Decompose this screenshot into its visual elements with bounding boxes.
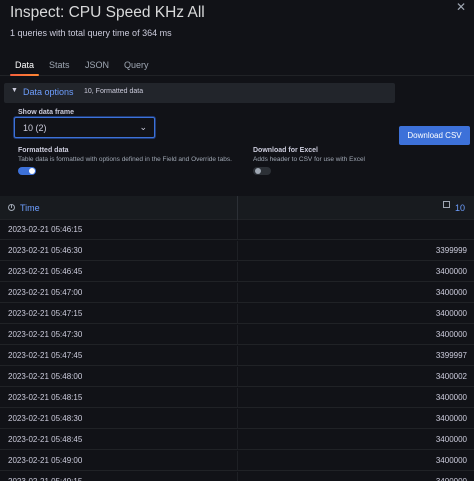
inspect-tabs: Data Stats JSON Query — [0, 56, 474, 76]
cell-time: 2023-02-21 05:48:00 — [8, 372, 83, 381]
cell-value: 3400000 — [435, 435, 467, 444]
formatted-data-description: Table data is formatted with options def… — [18, 156, 232, 163]
table-row: 2023-02-21 05:46:30 3399999 — [0, 241, 474, 261]
column-divider — [237, 430, 238, 450]
cell-value: 3399999 — [435, 246, 467, 255]
cell-value: 3400002 — [435, 372, 467, 381]
tab-json[interactable]: JSON — [85, 58, 109, 76]
cell-value: 3400000 — [435, 288, 467, 297]
column-divider — [237, 304, 238, 324]
column-divider — [237, 325, 238, 345]
table-row: 2023-02-21 05:48:45 3400000 — [0, 430, 474, 450]
download-excel-label: Download for Excel — [253, 147, 318, 154]
formatted-data-label: Formatted data — [18, 147, 69, 154]
data-frame-select[interactable]: 10 (2) ⌄ — [14, 117, 155, 138]
table-row: 2023-02-21 05:48:15 3400000 — [0, 388, 474, 408]
table-row: 2023-02-21 05:46:15 — [0, 220, 474, 240]
cell-value: 3400000 — [435, 393, 467, 402]
cell-time: 2023-02-21 05:49:00 — [8, 456, 83, 465]
download-excel-description: Adds header to CSV for use with Excel — [253, 156, 366, 163]
column-divider — [237, 388, 238, 408]
cell-value: 3400000 — [435, 414, 467, 423]
column-divider — [237, 241, 238, 261]
column-divider — [237, 283, 238, 303]
cell-time: 2023-02-21 05:49:15 — [8, 477, 82, 481]
formatted-data-toggle[interactable] — [18, 167, 36, 175]
table-row: 2023-02-21 05:46:45 3400000 — [0, 262, 474, 282]
cell-time: 2023-02-21 05:47:45 — [8, 351, 83, 360]
data-options-description: 10, Formatted data — [84, 88, 144, 95]
download-excel-toggle[interactable] — [253, 167, 271, 175]
cell-value: 3400000 — [435, 330, 467, 339]
cell-value: 3400000 — [436, 477, 467, 481]
cell-value: 3399997 — [435, 351, 467, 360]
data-frame-value: 10 (2) — [23, 123, 47, 133]
close-icon[interactable]: ✕ — [456, 0, 466, 14]
cell-value: 3400000 — [435, 309, 467, 318]
toggle-knob — [255, 168, 261, 174]
table-row: 2023-02-21 05:48:30 3400000 — [0, 409, 474, 429]
toggle-knob — [29, 168, 35, 174]
tab-stats[interactable]: Stats — [49, 58, 70, 76]
data-options-label: Data options — [23, 87, 74, 97]
column-divider — [237, 409, 238, 429]
cell-time: 2023-02-21 05:48:15 — [8, 393, 83, 402]
cell-value: 3400000 — [435, 456, 467, 465]
cell-time: 2023-02-21 05:47:30 — [8, 330, 83, 339]
chevron-down-icon: ⌄ — [139, 122, 147, 132]
data-options-toggle[interactable]: ▼ Data options 10, Formatted data — [4, 83, 395, 103]
clock-icon — [8, 204, 15, 211]
table-row: 2023-02-21 05:49:00 3400000 — [0, 451, 474, 471]
column-header-value[interactable]: 10 — [455, 203, 465, 213]
column-divider — [237, 262, 238, 282]
cell-time: 2023-02-21 05:47:15 — [8, 309, 83, 318]
table-row: 2023-02-21 05:48:00 3400002 — [0, 367, 474, 387]
column-header-time[interactable]: Time — [20, 203, 40, 213]
table-row: 2023-02-21 05:47:15 3400000 — [0, 304, 474, 324]
cell-time: 2023-02-21 05:46:30 — [8, 246, 83, 255]
cell-value: 3400000 — [435, 267, 467, 276]
show-data-frame-label: Show data frame — [18, 109, 75, 116]
cell-time: 2023-02-21 05:46:15 — [8, 225, 83, 234]
column-divider — [237, 346, 238, 366]
inspect-title: Inspect: CPU Speed KHz All — [10, 4, 205, 21]
query-summary: 1 queries with total query time of 364 m… — [10, 28, 172, 38]
column-divider — [237, 367, 238, 387]
inspect-header: Inspect: CPU Speed KHz All ✕ 1 queries w… — [0, 0, 474, 60]
chevron-down-icon: ▼ — [11, 87, 18, 94]
column-divider[interactable] — [237, 196, 238, 220]
tab-data[interactable]: Data — [9, 58, 40, 76]
tab-query[interactable]: Query — [124, 58, 149, 76]
cell-time: 2023-02-21 05:48:30 — [8, 414, 83, 423]
field-type-icon — [443, 201, 450, 208]
cell-time: 2023-02-21 05:48:45 — [8, 435, 83, 444]
table-row: 2023-02-21 05:47:45 3399997 — [0, 346, 474, 366]
column-divider — [237, 451, 238, 471]
cell-time: 2023-02-21 05:47:00 — [8, 288, 83, 297]
cell-time: 2023-02-21 05:46:45 — [8, 267, 83, 276]
table-row: 2023-02-21 05:49:15 3400000 — [0, 472, 474, 481]
column-divider — [237, 472, 238, 481]
column-divider — [237, 220, 238, 240]
download-csv-button[interactable]: Download CSV — [399, 126, 470, 145]
table-row: 2023-02-21 05:47:00 3400000 — [0, 283, 474, 303]
table-header: Time 10 — [0, 196, 474, 220]
table-row: 2023-02-21 05:47:30 3400000 — [0, 325, 474, 345]
data-table: Time 10 2023-02-21 05:46:15 2023-02-21 05… — [0, 196, 474, 481]
